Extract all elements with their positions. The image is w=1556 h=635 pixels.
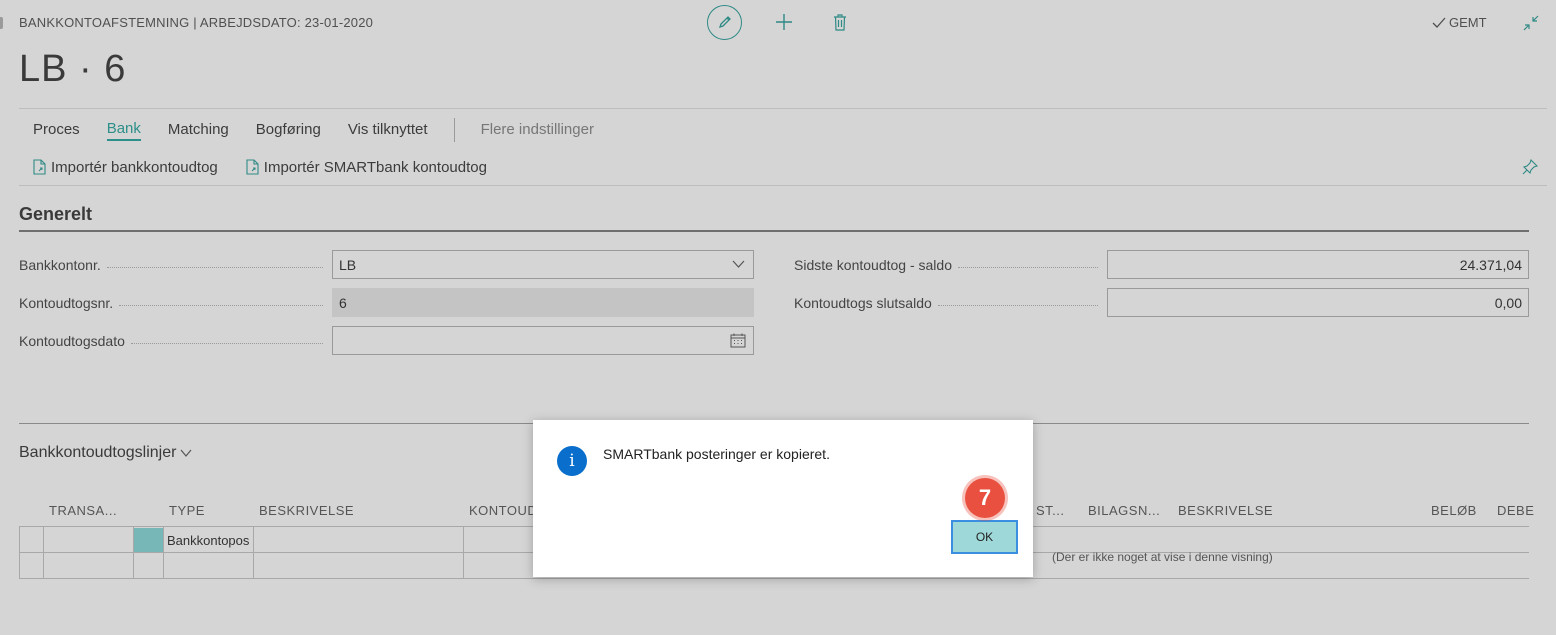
ok-button[interactable]: OK xyxy=(951,520,1018,554)
modal-overlay: i SMARTbank posteringer er kopieret. OK … xyxy=(0,0,1556,635)
message-dialog: i SMARTbank posteringer er kopieret. OK … xyxy=(533,420,1033,577)
step-badge: 7 xyxy=(965,478,1005,518)
info-icon: i xyxy=(557,446,587,476)
dialog-message: SMARTbank posteringer er kopieret. xyxy=(603,446,830,462)
